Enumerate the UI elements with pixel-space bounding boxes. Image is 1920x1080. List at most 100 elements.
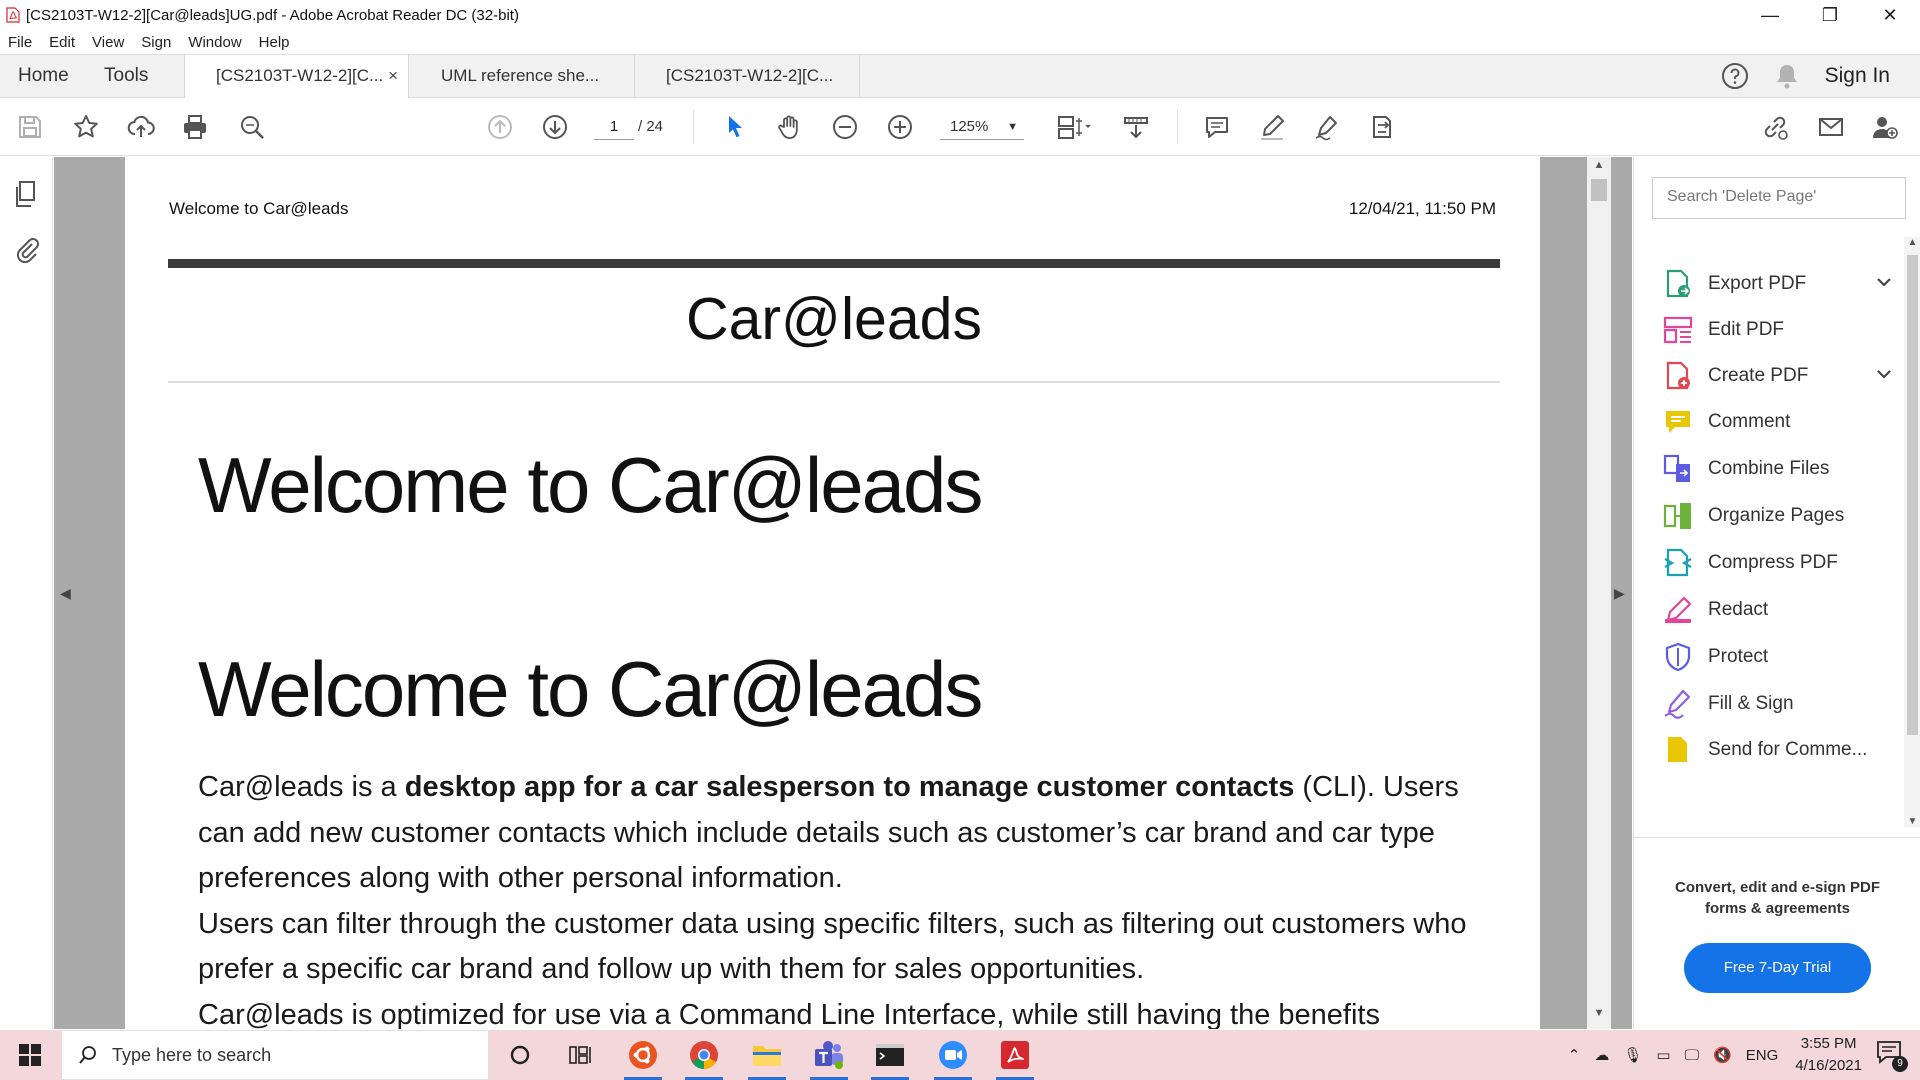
hand-tool-icon[interactable] (774, 111, 806, 143)
network-icon[interactable]: 🖵 (1685, 1047, 1699, 1064)
scroll-up-icon[interactable]: ▲ (1904, 237, 1920, 248)
close-window-button[interactable]: ✕ (1860, 0, 1920, 30)
tab-home[interactable]: Home (18, 55, 69, 97)
tool-create-pdf[interactable]: Create PDF (1662, 356, 1902, 396)
heading-welcome: Welcome to Car@leads (198, 441, 983, 529)
save-icon[interactable] (14, 111, 46, 143)
add-user-icon[interactable] (1869, 111, 1901, 143)
free-trial-button[interactable]: Free 7-Day Trial (1684, 943, 1871, 993)
scroll-down-icon[interactable]: ▼ (1587, 1007, 1611, 1027)
tool-combine-files[interactable]: Combine Files (1662, 449, 1902, 489)
tool-label: Combine Files (1708, 458, 1830, 479)
bookmark-star-icon[interactable] (70, 111, 102, 143)
sign-pen-icon[interactable] (1311, 111, 1343, 143)
page-thumbnails-icon[interactable] (12, 179, 42, 209)
document-tab[interactable]: UML reference she... (410, 55, 635, 98)
onedrive-cloud-icon[interactable]: ☁ (1594, 1046, 1609, 1064)
cloud-upload-icon[interactable] (125, 111, 157, 143)
attachments-paperclip-icon[interactable] (12, 235, 42, 265)
menu-help[interactable]: Help (259, 34, 290, 51)
help-icon[interactable] (1721, 62, 1749, 90)
chrome-app-icon[interactable] (677, 1030, 731, 1080)
acrobat-app-icon[interactable] (988, 1030, 1042, 1080)
page-number-input[interactable]: 1 (594, 114, 634, 140)
zoom-level-dropdown[interactable]: 125% ▼ (940, 114, 1024, 140)
previous-page-icon[interactable] (484, 111, 516, 143)
document-viewport[interactable]: Welcome to Car@leads 12/04/21, 11:50 PM … (54, 157, 1632, 1029)
tool-comment[interactable]: Comment (1662, 402, 1902, 442)
email-envelope-icon[interactable] (1815, 111, 1847, 143)
comment-icon[interactable] (1201, 111, 1233, 143)
tool-send-for-comment[interactable]: Send for Comme... (1662, 730, 1902, 770)
ubuntu-app-icon[interactable] (616, 1030, 670, 1080)
menu-window[interactable]: Window (188, 34, 241, 51)
select-cursor-icon[interactable] (719, 111, 751, 143)
tool-organize-pages[interactable]: Organize Pages (1662, 496, 1902, 536)
menu-file[interactable]: File (8, 34, 32, 51)
menu-sign[interactable]: Sign (141, 34, 171, 51)
next-page-icon[interactable] (539, 111, 571, 143)
minimize-button[interactable]: — (1740, 0, 1800, 30)
page-total-label: / 24 (638, 118, 664, 135)
tab-tools[interactable]: Tools (104, 55, 148, 97)
tool-protect[interactable]: Protect (1662, 637, 1902, 677)
taskbar-search-box[interactable]: Type here to search (61, 1030, 489, 1080)
collapse-left-pane-icon[interactable]: ◀ (60, 585, 71, 602)
scroll-up-icon[interactable]: ▲ (1587, 159, 1611, 179)
notifications-bell-icon[interactable] (1775, 63, 1799, 89)
intro-text: Car@leads is a (198, 771, 405, 803)
scroll-thumb[interactable] (1907, 255, 1918, 735)
tool-export-pdf[interactable]: Export PDF (1662, 264, 1902, 304)
file-explorer-icon[interactable] (740, 1030, 794, 1080)
restore-button[interactable]: ❐ (1800, 0, 1860, 30)
chevron-down-icon[interactable] (1874, 364, 1894, 384)
show-hidden-icons-chevron-icon[interactable]: ⌃ (1568, 1046, 1581, 1064)
battery-icon[interactable]: ▭ (1656, 1046, 1670, 1064)
volume-muted-icon[interactable]: 🔇 (1713, 1046, 1732, 1064)
teams-app-icon[interactable] (802, 1030, 856, 1080)
title-bar: [CS2103T-W12-2][Car@leads]UG.pdf - Adobe… (0, 0, 1920, 30)
start-button[interactable] (0, 1030, 60, 1080)
find-search-icon[interactable] (236, 111, 268, 143)
zoom-in-icon[interactable] (884, 111, 916, 143)
share-edit-icon[interactable] (1366, 111, 1398, 143)
tool-compress-pdf[interactable]: Compress PDF (1662, 543, 1902, 583)
tool-label: Redact (1708, 599, 1769, 620)
window-title: [CS2103T-W12-2][Car@leads]UG.pdf - Adobe… (26, 6, 519, 24)
menu-edit[interactable]: Edit (49, 34, 75, 51)
scroll-thumb[interactable] (1591, 179, 1607, 201)
tools-search-input[interactable]: Search 'Delete Page' (1652, 177, 1906, 219)
page-display-icon[interactable] (1053, 111, 1095, 143)
terminal-app-icon[interactable] (863, 1030, 917, 1080)
menu-view[interactable]: View (92, 34, 124, 51)
sign-in-button[interactable]: Sign In (1825, 64, 1890, 88)
highlight-pen-icon[interactable] (1256, 111, 1288, 143)
zoom-app-icon[interactable] (926, 1030, 980, 1080)
tool-edit-pdf[interactable]: Edit PDF (1662, 310, 1902, 350)
chevron-down-icon[interactable] (1874, 272, 1894, 292)
action-center-icon[interactable]: 9 (1876, 1040, 1908, 1072)
tools-scrollbar[interactable]: ▲ ▼ (1904, 237, 1920, 827)
tool-fill-sign[interactable]: Fill & Sign (1662, 684, 1902, 724)
tool-label: Create PDF (1708, 365, 1809, 386)
close-tab-icon[interactable]: × (388, 55, 398, 97)
document-tab-active[interactable]: [CS2103T-W12-2][C... × (184, 55, 409, 99)
zoom-out-icon[interactable] (829, 111, 861, 143)
title-divider (168, 381, 1500, 383)
scroll-mode-icon[interactable] (1120, 111, 1152, 143)
combine-files-icon (1663, 454, 1690, 482)
system-clock[interactable]: 3:55 PM 4/16/2021 (1795, 1033, 1862, 1077)
scroll-down-icon[interactable]: ▼ (1904, 816, 1920, 827)
share-link-icon[interactable] (1759, 111, 1791, 143)
print-icon[interactable] (179, 111, 211, 143)
document-scrollbar[interactable]: ▲ ▼ (1587, 157, 1611, 1029)
tool-redact[interactable]: Redact (1662, 590, 1902, 630)
microphone-icon[interactable]: 🎙 (1623, 1046, 1642, 1064)
chevron-down-icon: ▼ (1007, 121, 1018, 133)
document-tab[interactable]: [CS2103T-W12-2][C... (635, 55, 860, 98)
task-view-icon[interactable] (553, 1030, 607, 1080)
cortana-icon[interactable] (493, 1030, 547, 1080)
language-indicator[interactable]: ENG (1746, 1047, 1779, 1064)
collapse-right-pane-icon[interactable]: ▶ (1614, 585, 1625, 602)
tool-label: Fill & Sign (1708, 693, 1794, 714)
